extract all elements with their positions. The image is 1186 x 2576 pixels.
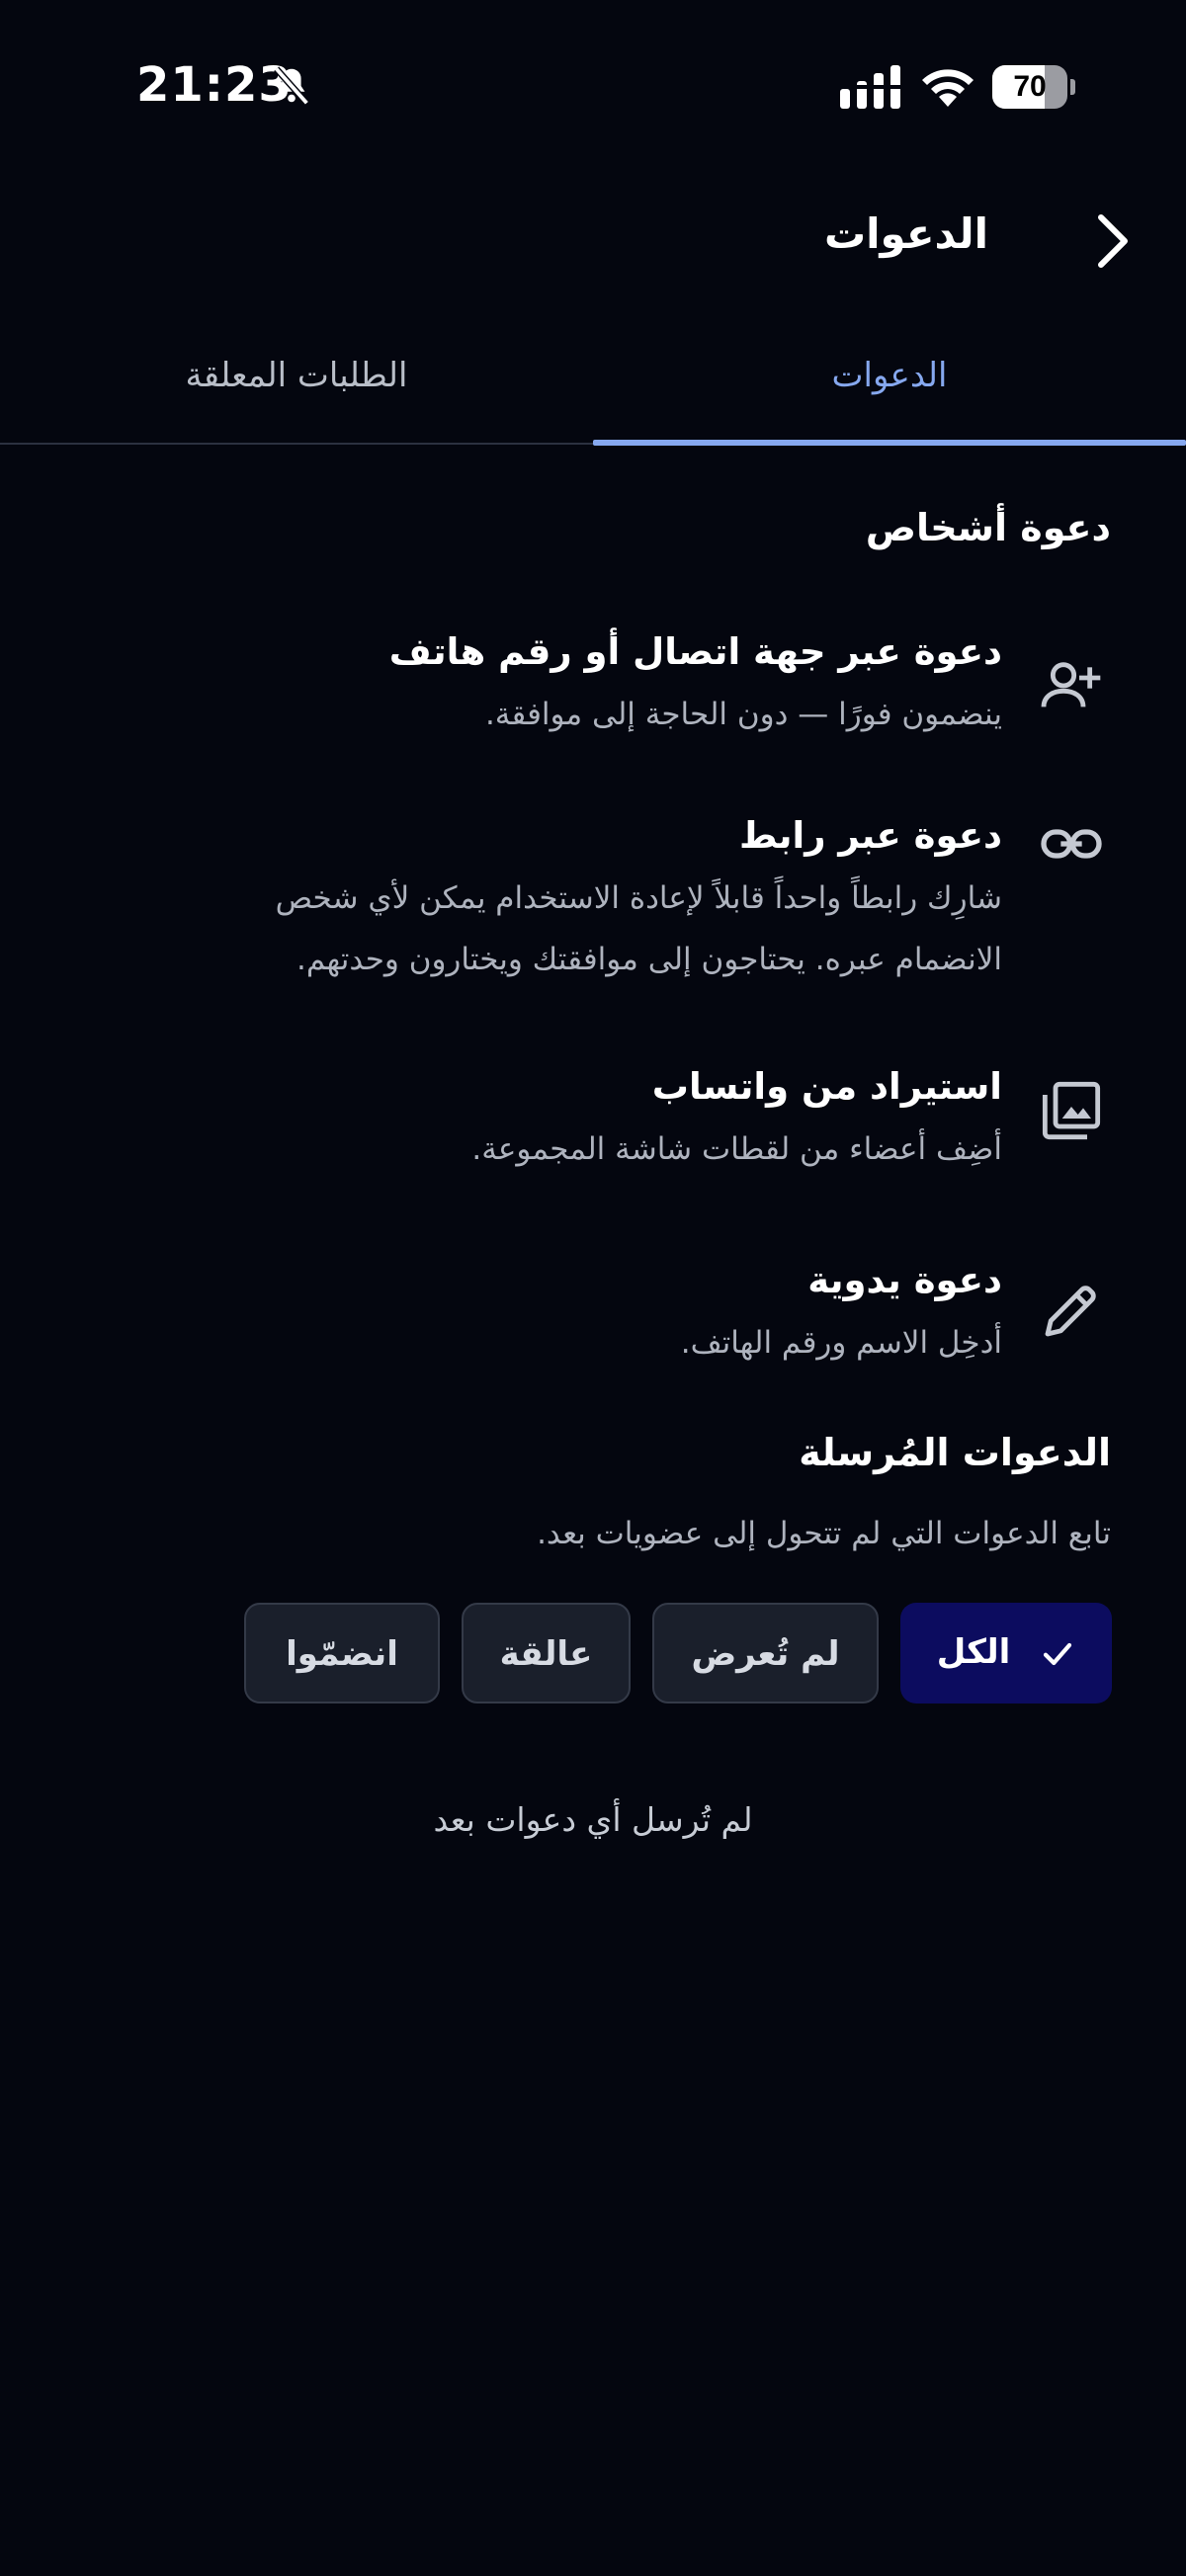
filter-chip-not-shown[interactable]: لم تُعرض [652, 1603, 879, 1703]
tab-pending-requests[interactable]: الطلبات المعلقة [0, 356, 593, 445]
page-title: الدعوات [823, 209, 988, 258]
filter-chip-joined[interactable]: انضمّوا [244, 1603, 440, 1703]
filter-chip-pending[interactable]: عالقة [462, 1603, 631, 1703]
empty-state-message: لم تُرسل أي دعوات بعد [433, 1800, 753, 1839]
filter-chip-all[interactable]: الكل [900, 1603, 1112, 1703]
battery-level: 70 [1013, 70, 1047, 103]
link-icon [1041, 829, 1102, 859]
option-title: استيراد من واتساب [651, 1065, 1002, 1108]
person-add-icon [1041, 662, 1101, 707]
wifi-icon [922, 69, 974, 107]
chip-label: الكل [936, 1632, 1011, 1672]
invite-contact-option[interactable]: دعوة عبر جهة اتصال أو رقم هاتف ينضمون فو… [40, 624, 1150, 753]
sent-invites-subtitle: تابع الدعوات التي لم تتحول إلى عضويات بع… [537, 1516, 1111, 1551]
option-title: دعوة يدوية [807, 1259, 1002, 1301]
battery-icon: 70 [992, 65, 1075, 109]
option-subtitle: ينضمون فورًا — دون الحاجة إلى موافقة. [484, 697, 1002, 732]
bell-muted-icon [274, 66, 309, 106]
sent-invites-title: الدعوات المُرسلة [799, 1431, 1111, 1474]
option-title: دعوة عبر جهة اتصال أو رقم هاتف [388, 630, 1002, 673]
checkmark-icon [1044, 1642, 1072, 1665]
chevron-right-icon[interactable] [1087, 211, 1137, 271]
option-title: دعوة عبر رابط [739, 814, 1002, 857]
invite-link-option[interactable]: دعوة عبر رابط شارِك رابطاً واحداً قابلاً… [40, 808, 1150, 1006]
image-library-icon [1042, 1081, 1101, 1140]
tab-invites[interactable]: الدعوات [593, 356, 1186, 445]
cellular-signal-icon [840, 65, 901, 109]
pencil-icon [1045, 1286, 1096, 1337]
option-subtitle: أدخِل الاسم ورقم الهاتف. [680, 1325, 1002, 1361]
option-subtitle: شارِك رابطاً واحداً قابلاً لإعادة الاستخ… [275, 880, 1002, 977]
option-subtitle: أضِف أعضاء من لقطات شاشة المجموعة. [471, 1131, 1002, 1167]
invite-section-title: دعوة أشخاص [865, 506, 1111, 549]
manual-invite-option[interactable]: دعوة يدوية أدخِل الاسم ورقم الهاتف. [40, 1253, 1150, 1381]
import-whatsapp-option[interactable]: استيراد من واتساب أضِف أعضاء من لقطات شا… [40, 1059, 1150, 1188]
active-tab-indicator [593, 440, 1186, 446]
